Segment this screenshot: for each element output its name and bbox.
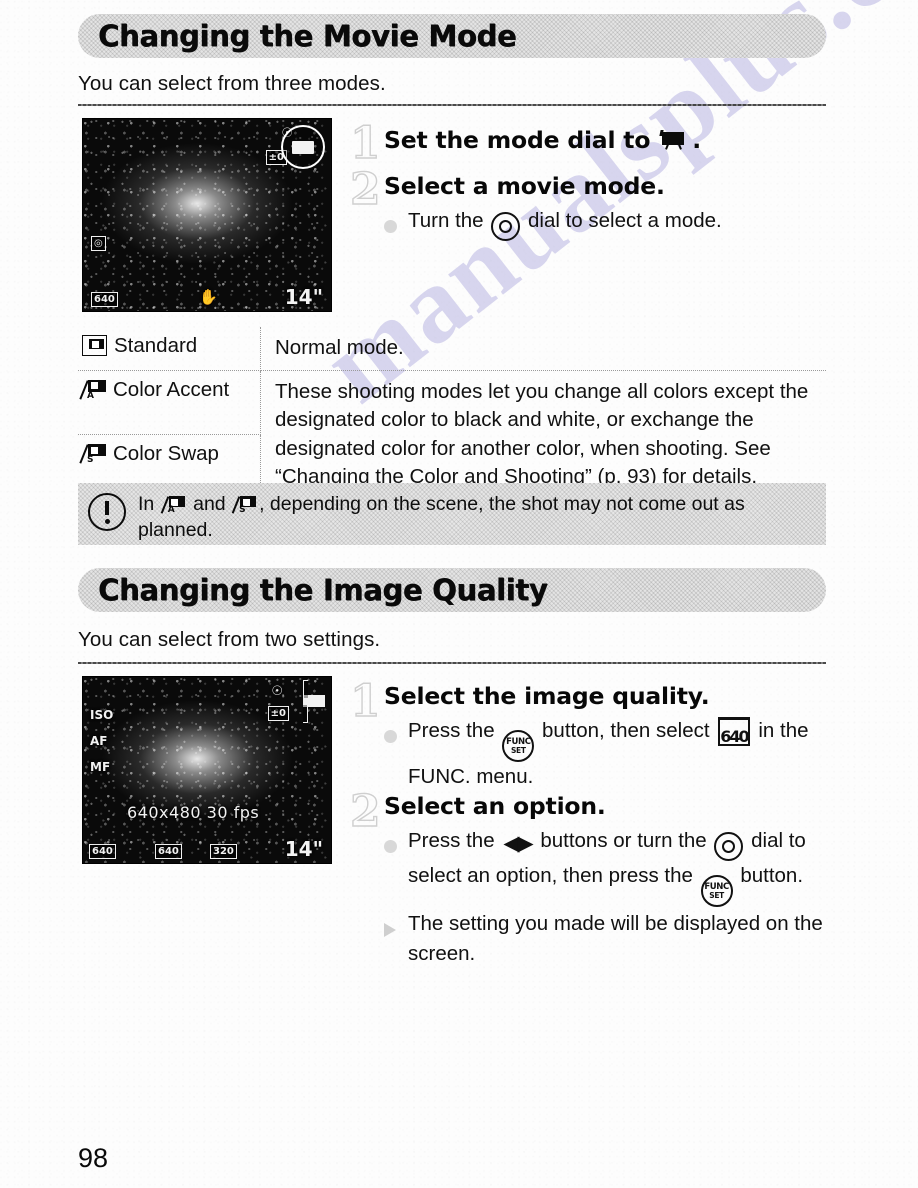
list-item: Turn the dial to select a mode.: [384, 206, 814, 243]
mode-label: Color Swap: [113, 442, 219, 465]
step-title-2: Select an option.: [384, 792, 606, 820]
exclamation-circle-icon: [88, 493, 126, 531]
table-cell-desc-color-modes: These shooting modes let you change all …: [260, 370, 826, 500]
iso-auto-icon: ISO: [90, 708, 114, 722]
bullet-triangle-icon: [384, 909, 408, 969]
control-dial-icon: [491, 212, 521, 241]
color-swap-icon: S: [231, 495, 257, 515]
caution-text-mid: and: [193, 493, 226, 515]
movie-modes-table: Standard Normal mode. A Color Accent The…: [78, 327, 826, 500]
standard-movie-icon: [82, 335, 107, 356]
time-remaining-label: 14": [284, 837, 323, 861]
bullet-text: The setting you made will be displayed o…: [408, 912, 823, 965]
caution-text-before: In: [138, 493, 155, 515]
color-accent-icon: A: [79, 379, 106, 400]
caution-text-after: , depending on the scene, the shot may n…: [138, 493, 745, 541]
func-set-button-icon: FUNC SET: [700, 875, 733, 907]
step-2-bullet-list: Turn the dial to select a mode.: [384, 206, 814, 243]
func-set-button-icon: FUNC SET: [502, 730, 535, 762]
bullet-dot-icon: [384, 826, 408, 907]
section-heading-movie-mode: Changing the Movie Mode: [78, 14, 826, 58]
bullet-text-part-1: Press the: [408, 719, 495, 742]
step-number-1: 1: [349, 118, 381, 169]
camera-lcd-image-quality: ISO AF MF ☉ ±0 640x480 30 fps 640 640 32…: [82, 676, 332, 864]
list-item: The setting you made will be displayed o…: [384, 909, 826, 969]
bullet-text-part-2: buttons or turn the: [540, 829, 707, 852]
resolution-label: 640x480 30 fps: [127, 803, 260, 822]
control-dial-icon: [714, 832, 744, 861]
page-number: 98: [78, 1143, 109, 1173]
focus-af-icon: AF: [90, 734, 108, 748]
bullet-text-part-4: button.: [740, 864, 804, 887]
bullet-text-part-1: Press the: [408, 829, 495, 852]
table-cell-desc-standard: Normal mode.: [260, 327, 826, 371]
section-heading-label: Changing the Image Quality: [98, 573, 548, 607]
color-accent-icon: A: [160, 495, 185, 515]
hand-steady-icon: ✋: [199, 288, 218, 306]
movie-camera-icon: [281, 125, 325, 169]
metering-spot-icon: ◎: [91, 236, 106, 251]
option-badge-3: 320: [210, 844, 237, 859]
mode-label: Standard: [114, 334, 198, 357]
mode-ring-indicator: [281, 125, 325, 169]
step-title-1: Select the image quality.: [384, 682, 710, 710]
manual-page: manualsplus.com Changing the Movie Mode …: [0, 0, 918, 1188]
table-cell-mode-color-accent: A Color Accent: [78, 370, 261, 435]
step-number-2: 2: [349, 786, 381, 837]
quality-badge-icon: 640: [91, 292, 118, 307]
step-2-bullet-list: Press the ◀▶ buttons or turn the dial to…: [384, 826, 826, 969]
step-number-2: 2: [349, 164, 381, 215]
table-row: Standard Normal mode.: [78, 327, 826, 371]
exposure-compensation-icon: ±0: [267, 706, 289, 721]
bullet-text-part-1: Turn the: [408, 209, 484, 232]
section-intro-image-quality: You can select from two settings.: [78, 628, 381, 651]
caution-box: In A and S , depending on the scene, the…: [78, 483, 826, 545]
flash-off-icon: ☉: [271, 684, 283, 699]
mode-badge-icon: [303, 680, 325, 723]
divider-rule-2: [78, 662, 826, 664]
list-item: Press the FUNC SET button, then select 64…: [384, 716, 824, 792]
step-number-1: 1: [349, 676, 381, 727]
left-right-buttons-icon: ◀▶: [503, 832, 533, 855]
time-remaining-label: 14": [284, 285, 323, 309]
movie-mode-icon: [658, 130, 686, 150]
caution-text: In A and S , depending on the scene, the…: [138, 491, 814, 543]
step-title-suffix: .: [692, 126, 702, 154]
divider-rule-1: [78, 104, 826, 106]
step-title-2: Select a movie mode.: [384, 172, 665, 200]
list-item: Press the ◀▶ buttons or turn the dial to…: [384, 826, 826, 907]
table-cell-mode-standard: Standard: [78, 327, 261, 371]
bullet-text-part-2: button, then select: [542, 719, 710, 742]
mode-label: Color Accent: [113, 377, 230, 401]
step-title-1: Set the mode dial to .: [384, 126, 701, 154]
color-swap-icon: S: [79, 443, 106, 465]
camera-lcd-movie-mode: ☉ ±0 ◎ 640 ✋ 14": [82, 118, 332, 312]
option-badge-2: 640: [155, 844, 182, 859]
bullet-text: Press the FUNC SET button, then select 64…: [408, 716, 824, 792]
bullet-text: Press the ◀▶ buttons or turn the dial to…: [408, 826, 826, 907]
section-heading-label: Changing the Movie Mode: [98, 19, 517, 53]
mf-icon: MF: [90, 760, 111, 774]
bullet-text: Turn the dial to select a mode.: [408, 206, 814, 243]
bullet-dot-icon: [384, 206, 408, 243]
table-row: A Color Accent These shooting modes let …: [78, 370, 826, 500]
step-1-bullet-list: Press the FUNC SET button, then select 64…: [384, 716, 824, 792]
bullet-text-part-2: dial to select a mode.: [528, 209, 722, 232]
section-heading-image-quality: Changing the Image Quality: [78, 568, 826, 612]
section-intro-movie-mode: You can select from three modes.: [78, 72, 386, 95]
option-badge-1: 640: [89, 844, 116, 859]
step-title-text: Set the mode dial to: [384, 126, 651, 154]
bullet-dot-icon: [384, 716, 408, 792]
quality-640-icon: 640: [718, 717, 750, 747]
